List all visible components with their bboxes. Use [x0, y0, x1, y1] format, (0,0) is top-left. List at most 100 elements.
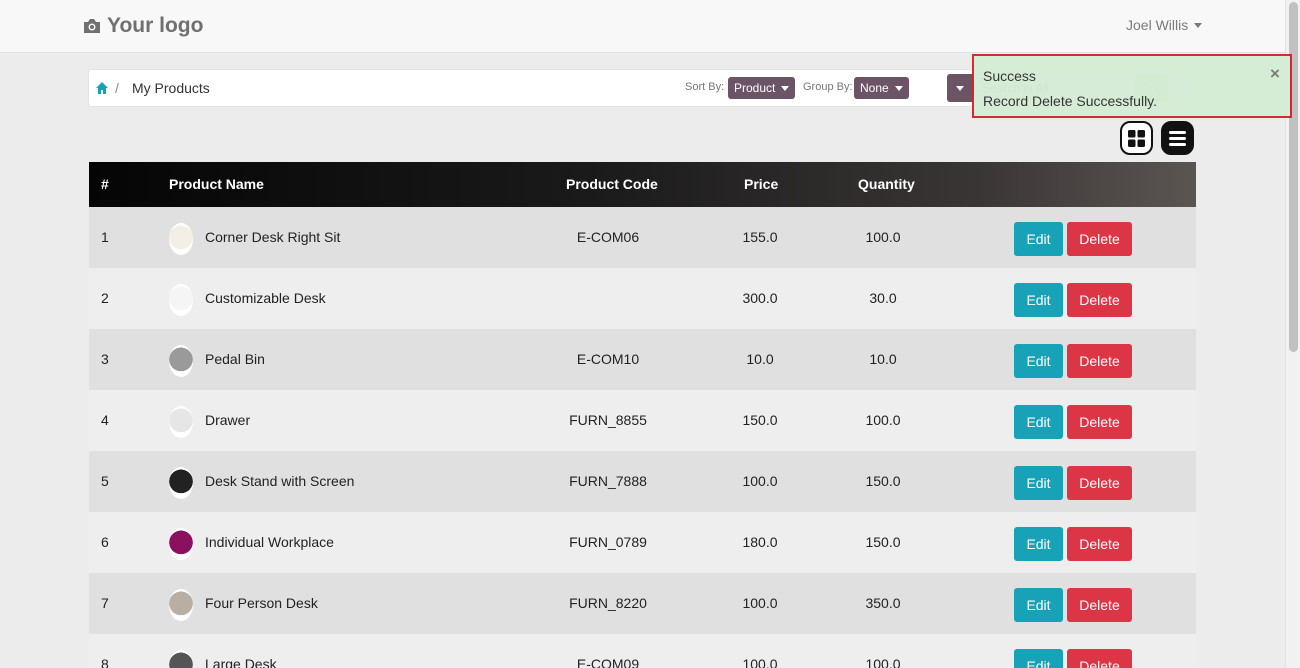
sort-by-label: Sort By: — [685, 81, 725, 93]
group-by-value: None — [860, 81, 889, 95]
logo[interactable]: Your logo — [83, 14, 203, 38]
product-name: Customizable Desk — [205, 290, 326, 306]
table-row: 7 Four Person Desk FURN_8220 100.0 350.0 Edit… — [89, 573, 1196, 634]
product-price: 300.0 — [742, 290, 778, 306]
product-quantity: 100.0 — [865, 656, 901, 668]
edit-button[interactable]: Edit — [1014, 588, 1063, 622]
product-code: FURN_8855 — [569, 412, 647, 428]
product-thumbnail[interactable] — [169, 345, 193, 377]
top-navbar: Your logo Joel Willis — [0, 0, 1285, 53]
delete-button[interactable]: Delete — [1067, 344, 1132, 378]
group-by-dropdown[interactable]: None — [854, 77, 909, 99]
search-filter-dropdown[interactable] — [947, 74, 973, 102]
product-thumbnail[interactable] — [169, 528, 193, 560]
user-name: Joel Willis — [1126, 17, 1189, 33]
user-menu[interactable]: Joel Willis — [1126, 17, 1203, 33]
product-thumbnail[interactable] — [169, 406, 193, 438]
product-thumbnail[interactable] — [169, 589, 193, 621]
delete-button[interactable]: Delete — [1067, 649, 1132, 668]
row-number: 1 — [101, 229, 109, 245]
toast-message: Record Delete Successfully. — [983, 93, 1158, 109]
product-thumbnail[interactable] — [169, 223, 193, 255]
product-name: Four Person Desk — [205, 595, 318, 611]
product-code: E-COM06 — [576, 229, 640, 245]
header-product-name: Product Name — [169, 176, 264, 192]
product-price: 150.0 — [742, 412, 778, 428]
chevron-down-icon — [956, 85, 964, 91]
logo-text: Your logo — [107, 14, 204, 37]
product-quantity: 150.0 — [865, 473, 901, 489]
header-quantity: Quantity — [858, 176, 915, 192]
product-quantity: 350.0 — [865, 595, 901, 611]
group-by-label: Group By: — [803, 81, 853, 93]
list-view-button[interactable] — [1161, 121, 1194, 155]
sort-by-value: Product — [734, 81, 776, 95]
table-row: 4 Drawer FURN_8855 150.0 100.0 Edit Delete — [89, 390, 1196, 451]
table-row: 5 Desk Stand with Screen FURN_7888 100.0 150… — [89, 451, 1196, 512]
table-row: 2 Customizable Desk 300.0 30.0 Edit Delete — [89, 268, 1196, 329]
edit-button[interactable]: Edit — [1014, 466, 1063, 500]
edit-button[interactable]: Edit — [1014, 222, 1063, 256]
product-name: Corner Desk Right Sit — [205, 229, 341, 245]
product-price: 100.0 — [742, 595, 778, 611]
sort-by-dropdown[interactable]: Product — [728, 77, 796, 99]
row-number: 8 — [101, 656, 109, 668]
product-thumbnail[interactable] — [169, 650, 193, 668]
success-toast: Success Record Delete Successfully. × — [972, 54, 1292, 118]
product-price: 100.0 — [742, 656, 778, 668]
grid-icon — [1128, 129, 1145, 147]
product-thumbnail[interactable] — [169, 467, 193, 499]
products-table: # Product Name Product Code Price Quanti… — [89, 162, 1196, 668]
header-num: # — [101, 176, 109, 192]
delete-button[interactable]: Delete — [1067, 222, 1132, 256]
chevron-down-icon — [1194, 22, 1203, 28]
product-thumbnail[interactable] — [169, 284, 193, 316]
product-name: Desk Stand with Screen — [205, 473, 355, 489]
grid-view-button[interactable] — [1120, 121, 1153, 155]
row-number: 5 — [101, 473, 109, 489]
delete-button[interactable]: Delete — [1067, 405, 1132, 439]
edit-button[interactable]: Edit — [1014, 405, 1063, 439]
camera-icon — [84, 19, 100, 33]
product-price: 10.0 — [746, 351, 774, 367]
row-number: 3 — [101, 351, 109, 367]
row-number: 2 — [101, 290, 109, 306]
breadcrumb-separator: / — [115, 80, 119, 96]
product-name: Pedal Bin — [205, 351, 265, 367]
header-price: Price — [744, 176, 779, 192]
row-number: 7 — [101, 595, 109, 611]
edit-button[interactable]: Edit — [1014, 649, 1063, 668]
delete-button[interactable]: Delete — [1067, 466, 1132, 500]
header-product-code: Product Code — [566, 176, 658, 192]
product-price: 180.0 — [742, 534, 778, 550]
chevron-down-icon — [894, 85, 903, 91]
product-quantity: 30.0 — [869, 290, 897, 306]
close-icon[interactable]: × — [1270, 65, 1280, 82]
breadcrumb-current: My Products — [132, 80, 210, 96]
home-icon[interactable] — [95, 81, 109, 95]
delete-button[interactable]: Delete — [1067, 588, 1132, 622]
delete-button[interactable]: Delete — [1067, 527, 1132, 561]
edit-button[interactable]: Edit — [1014, 283, 1063, 317]
product-price: 100.0 — [742, 473, 778, 489]
table-row: 8 Large Desk E-COM09 100.0 100.0 Edit Delete — [89, 634, 1196, 668]
row-number: 4 — [101, 412, 109, 428]
product-quantity: 100.0 — [865, 412, 901, 428]
edit-button[interactable]: Edit — [1014, 527, 1063, 561]
product-quantity: 100.0 — [865, 229, 901, 245]
table-row: 1 Corner Desk Right Sit E-COM06 155.0 100.0 E… — [89, 207, 1196, 268]
row-number: 6 — [101, 534, 109, 550]
product-quantity: 10.0 — [869, 351, 897, 367]
table-body: 1 Corner Desk Right Sit E-COM06 155.0 100.0 E… — [89, 207, 1196, 668]
table-header: # Product Name Product Code Price Quanti… — [89, 162, 1196, 207]
list-icon — [1169, 130, 1186, 146]
delete-button[interactable]: Delete — [1067, 283, 1132, 317]
product-code: FURN_8220 — [569, 595, 647, 611]
edit-button[interactable]: Edit — [1014, 344, 1063, 378]
product-quantity: 150.0 — [865, 534, 901, 550]
product-code: E-COM09 — [576, 656, 640, 668]
product-name: Large Desk — [205, 656, 277, 668]
table-row: 6 Individual Workplace FURN_0789 180.0 150.0… — [89, 512, 1196, 573]
product-code: FURN_7888 — [569, 473, 647, 489]
product-price: 155.0 — [742, 229, 778, 245]
